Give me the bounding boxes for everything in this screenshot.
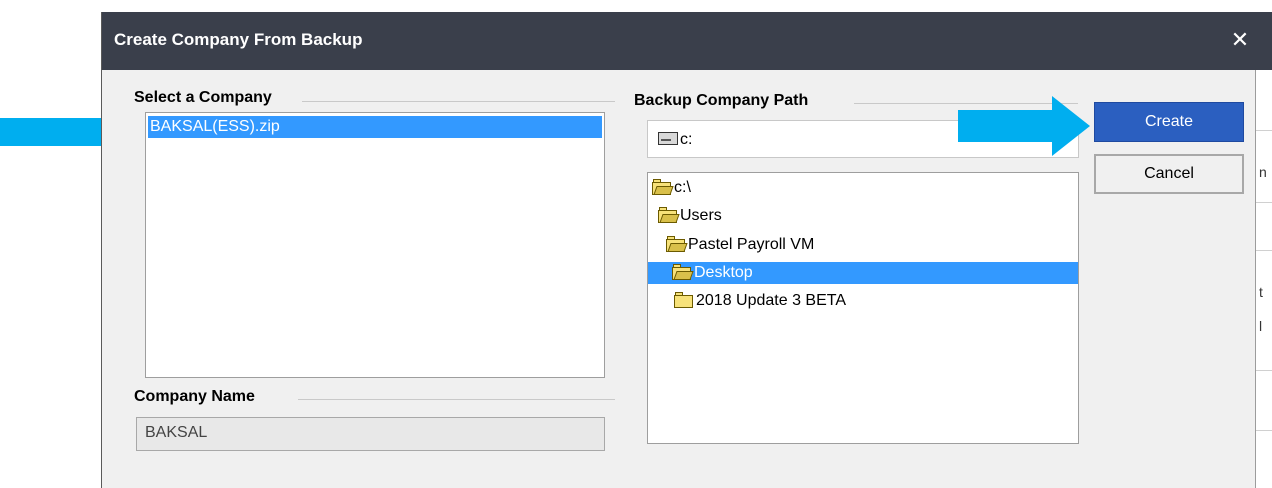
- background-window: n t l: [1255, 70, 1272, 488]
- backup-path-label: Backup Company Path: [634, 92, 817, 110]
- tree-item-pastel-payroll-vm[interactable]: Pastel Payroll VM: [666, 234, 818, 256]
- tree-item-users[interactable]: Users: [658, 205, 726, 227]
- background-glyph: t: [1259, 284, 1263, 300]
- company-name-field[interactable]: BAKSAL: [136, 417, 605, 451]
- tree-item-c-root[interactable]: c:\: [652, 177, 695, 199]
- folder-open-icon: [652, 179, 674, 195]
- folder-tree[interactable]: c:\ Users Pastel Payroll VM Desktop 2018…: [647, 172, 1079, 444]
- select-company-label: Select a Company: [134, 89, 280, 107]
- create-company-dialog: Create Company From Backup ✕ Select a Co…: [101, 12, 1272, 488]
- dialog-titlebar: Create Company From Backup ✕: [102, 12, 1272, 70]
- company-name-label: Company Name: [134, 388, 263, 406]
- drive-value: c:: [680, 131, 693, 148]
- folder-icon: [674, 292, 694, 308]
- dialog-title: Create Company From Backup: [114, 30, 363, 49]
- list-item[interactable]: BAKSAL(ESS).zip: [148, 116, 602, 138]
- drive-icon: [658, 131, 678, 149]
- create-button[interactable]: Create: [1094, 102, 1244, 142]
- tree-item-desktop[interactable]: Desktop: [648, 262, 1078, 284]
- background-glyph: l: [1259, 318, 1263, 334]
- tree-item-2018-update-3-beta[interactable]: 2018 Update 3 BETA: [674, 290, 850, 312]
- background-glyph: n: [1259, 164, 1267, 180]
- folder-open-icon: [672, 264, 694, 280]
- arrow-right-icon: [958, 96, 1090, 156]
- folder-open-icon: [658, 207, 680, 223]
- group-divider: [298, 399, 615, 400]
- group-divider: [302, 101, 615, 102]
- cancel-button[interactable]: Cancel: [1094, 154, 1244, 194]
- close-icon[interactable]: ✕: [1227, 27, 1253, 53]
- company-listbox[interactable]: BAKSAL(ESS).zip: [145, 112, 605, 378]
- folder-open-icon: [666, 236, 688, 252]
